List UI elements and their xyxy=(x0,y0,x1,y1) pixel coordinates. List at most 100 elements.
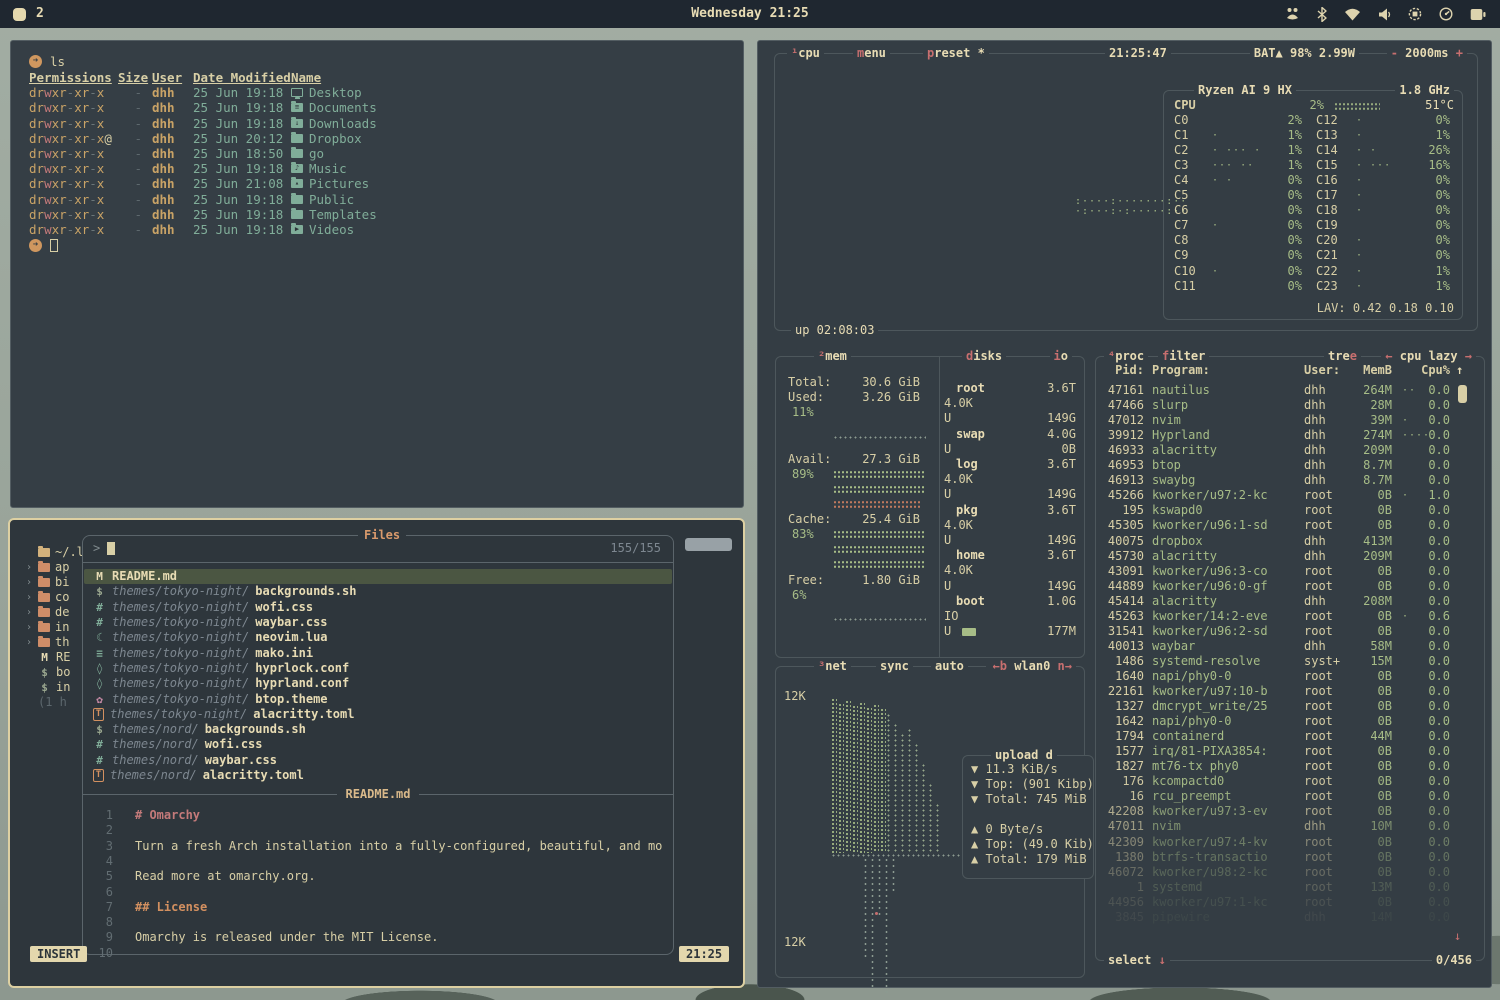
process-row[interactable]: 43091kworker/u96:3-coroot0B0.0 xyxy=(1096,564,1484,579)
picker-item[interactable]: ◊themes/tokyo-night/hyprlock.conf xyxy=(84,661,672,676)
process-row[interactable]: 45305kworker/u96:1-sdroot0B0.0 xyxy=(1096,518,1484,533)
editor-scroll-thumb[interactable] xyxy=(685,538,732,551)
picker-item[interactable]: #themes/tokyo-night/wofi.css xyxy=(84,600,672,615)
ls-row[interactable]: drwxr-xr-x-dhh25 Jun 19:18Public xyxy=(29,192,743,207)
process-row[interactable]: 40075dropboxdhh413M0.0 xyxy=(1096,534,1484,549)
process-row[interactable]: 22161kworker/u97:10-broot0B0.0 xyxy=(1096,684,1484,699)
preset-button[interactable]: preset * xyxy=(923,46,989,61)
tray-app-icon[interactable] xyxy=(1285,7,1300,21)
process-row[interactable]: 45266kworker/u97:2-kcroot0B·1.0 xyxy=(1096,488,1484,503)
process-row[interactable]: 45730alacrittydhh209M0.0 xyxy=(1096,549,1484,564)
process-row[interactable]: 1640napi/phy0-0root0B0.0 xyxy=(1096,669,1484,684)
gauge-icon[interactable] xyxy=(1439,7,1453,21)
process-row[interactable]: 1327dmcrypt_write/25root0B0.0 xyxy=(1096,699,1484,714)
proc-header-pid[interactable]: Pid: xyxy=(1100,363,1144,378)
tree-item[interactable]: MRE xyxy=(26,650,88,665)
tree-item[interactable]: ›bi xyxy=(26,575,88,590)
process-row[interactable]: 1642napi/phy0-0root0B0.0 xyxy=(1096,714,1484,729)
process-row[interactable]: 39912Hyprlanddhh274M····0.0 xyxy=(1096,428,1484,443)
process-row[interactable]: 195kswapd0root0B0.0 xyxy=(1096,503,1484,518)
prompt-line-2[interactable]: ➜ xyxy=(29,238,743,253)
ls-row[interactable]: drwxr-xr-x-dhh25 Jun 19:18Templates xyxy=(29,207,743,222)
net-box-title[interactable]: ³net xyxy=(814,659,851,674)
ls-row[interactable]: drwxr-xr-x-dhh25 Jun 21:08▴Pictures xyxy=(29,176,743,191)
picker-item[interactable]: Tthemes/tokyo-night/alacritty.toml xyxy=(84,707,672,722)
menu-button[interactable]: menu xyxy=(853,46,890,61)
process-row[interactable]: 1577irq/81-PIXA3854:root0B0.0 xyxy=(1096,744,1484,759)
process-row[interactable]: 47466slurpdhh28M0.0 xyxy=(1096,398,1484,413)
wifi-icon[interactable] xyxy=(1344,8,1361,21)
record-icon[interactable] xyxy=(1408,7,1422,21)
proc-select-button[interactable]: select ↓ xyxy=(1104,953,1170,968)
ls-row[interactable]: drwxr-xr-x@-dhh25 Jun 20:12Dropbox xyxy=(29,131,743,146)
mem-box-title[interactable]: ²mem xyxy=(814,349,851,364)
tree-item[interactable]: ›th xyxy=(26,635,88,650)
refresh-interval[interactable]: - 2000ms + xyxy=(1387,46,1467,61)
ls-row[interactable]: drwxr-xr-x-dhh25 Jun 19:18≡Documents xyxy=(29,100,743,115)
process-row[interactable]: 16rcu_preemptroot0B0.0 xyxy=(1096,789,1484,804)
process-row[interactable]: 45414alacrittydhh208M0.0 xyxy=(1096,594,1484,609)
tree-item[interactable]: $bo xyxy=(26,665,88,680)
tree-item[interactable]: (1 h xyxy=(26,695,88,710)
process-row[interactable]: 1486systemd-resolvesyst+15M0.0 xyxy=(1096,654,1484,669)
process-row[interactable]: 1794containerdroot44M0.0 xyxy=(1096,729,1484,744)
io-title[interactable]: io xyxy=(1050,349,1072,364)
ls-row[interactable]: drwxr-xr-x-dhh25 Jun 18:50go xyxy=(29,146,743,161)
process-row[interactable]: 176kcompactd0root0B0.0 xyxy=(1096,774,1484,789)
proc-header-mem[interactable]: MemB xyxy=(1348,363,1392,378)
process-row[interactable]: 1827mt76-tx phy0root0B0.0 xyxy=(1096,759,1484,774)
process-row[interactable]: 44889kworker/u96:0-gfroot0B0.0 xyxy=(1096,579,1484,594)
cpu-box-title[interactable]: ¹cpu xyxy=(787,46,824,61)
picker-item[interactable]: $themes/tokyo-night/backgrounds.sh xyxy=(84,584,672,599)
process-row[interactable]: 46072kworker/u98:2-kcroot0B0.0 xyxy=(1096,865,1484,880)
picker-item[interactable]: #themes/tokyo-night/waybar.css xyxy=(84,615,672,630)
sort-direction-icon[interactable]: ↑ xyxy=(1456,363,1463,378)
proc-header-user[interactable]: User: xyxy=(1304,363,1340,378)
ls-row[interactable]: drwxr-xr-x-dhh25 Jun 19:18♪Music xyxy=(29,161,743,176)
process-row[interactable]: 44956kworker/u97:1-kcroot0B0.0 xyxy=(1096,895,1484,910)
disks-title[interactable]: disks xyxy=(962,349,1006,364)
terminal-window[interactable]: ➜ ls PermissionsSizeUserDate ModifiedNam… xyxy=(10,40,744,508)
tree-item[interactable]: ›de xyxy=(26,605,88,620)
tree-item[interactable]: ~/.l xyxy=(26,545,88,560)
process-row[interactable]: 1systemdroot13M0.0 xyxy=(1096,880,1484,895)
picker-item[interactable]: Tthemes/nord/alacritty.toml xyxy=(84,768,672,783)
ls-row[interactable]: drwxr-xr-x-dhh25 Jun 19:18↓Downloads xyxy=(29,116,743,131)
btop-window[interactable]: ¹cpu menu preset * 21:25:47 BAT▲ 98% 2.9… xyxy=(757,40,1492,988)
picker-item[interactable]: MREADME.md xyxy=(84,569,672,584)
picker-item[interactable]: ≡themes/tokyo-night/mako.ini xyxy=(84,646,672,661)
editor-window[interactable]: ~/.l›ap›bi›co›de›in›thMRE$bo$in(1 h File… xyxy=(8,518,745,988)
proc-tree-button[interactable]: tree xyxy=(1324,349,1361,364)
process-row[interactable]: 46933alacrittydhh209M0.0 xyxy=(1096,443,1484,458)
bluetooth-icon[interactable] xyxy=(1317,7,1327,22)
process-row[interactable]: 46913swaybgdhh8.7M0.0 xyxy=(1096,473,1484,488)
picker-item[interactable]: $themes/nord/backgrounds.sh xyxy=(84,722,672,737)
tree-item[interactable]: ›ap xyxy=(26,560,88,575)
net-interface-switcher[interactable]: ←b wlan0 n→ xyxy=(989,659,1077,674)
process-row[interactable]: 31541kworker/u96:2-sdroot0B0.0 xyxy=(1096,624,1484,639)
ls-row[interactable]: drwxr-xr-x-dhh25 Jun 19:18▶Videos xyxy=(29,222,743,237)
process-row[interactable]: 47011nvimdhh10M0.0 xyxy=(1096,819,1484,834)
proc-sort-switcher[interactable]: ← cpu lazy → xyxy=(1381,349,1476,364)
picker-search-row[interactable]: > 155/155 xyxy=(83,536,673,563)
process-row[interactable]: 40013waybardhh58M0.0 xyxy=(1096,639,1484,654)
ls-row[interactable]: drwxr-xr-x-dhh25 Jun 19:18Desktop xyxy=(29,85,743,100)
tree-item[interactable]: ›co xyxy=(26,590,88,605)
process-row[interactable]: 46953btopdhh8.7M0.0 xyxy=(1096,458,1484,473)
proc-header-program[interactable]: Program: xyxy=(1152,363,1210,378)
process-row[interactable]: 47161nautilusdhh264M··0.0 xyxy=(1096,383,1484,398)
proc-box-title[interactable]: ⁴proc xyxy=(1104,349,1148,364)
process-row[interactable]: 47012nvimdhh39M·0.0 xyxy=(1096,413,1484,428)
tree-item[interactable]: ›in xyxy=(26,620,88,635)
picker-item[interactable]: ✿themes/tokyo-night/btop.theme xyxy=(84,691,672,706)
process-row[interactable]: 1380btrfs-transactioroot0B0.0 xyxy=(1096,850,1484,865)
picker-item[interactable]: #themes/nord/waybar.css xyxy=(84,753,672,768)
process-row[interactable]: 45263kworker/14:2-everoot0B·0.6 xyxy=(1096,609,1484,624)
picker-item[interactable]: ◊themes/tokyo-night/hyprland.conf xyxy=(84,676,672,691)
process-row[interactable]: 42208kworker/u97:3-evroot0B0.0 xyxy=(1096,804,1484,819)
tree-item[interactable]: $in xyxy=(26,680,88,695)
process-row[interactable]: 3845pipewiredhh14M0.0 xyxy=(1096,910,1484,925)
volume-icon[interactable] xyxy=(1378,8,1391,21)
proc-header-cpu[interactable]: Cpu% xyxy=(1406,363,1450,378)
net-sync-button[interactable]: sync xyxy=(876,659,913,674)
